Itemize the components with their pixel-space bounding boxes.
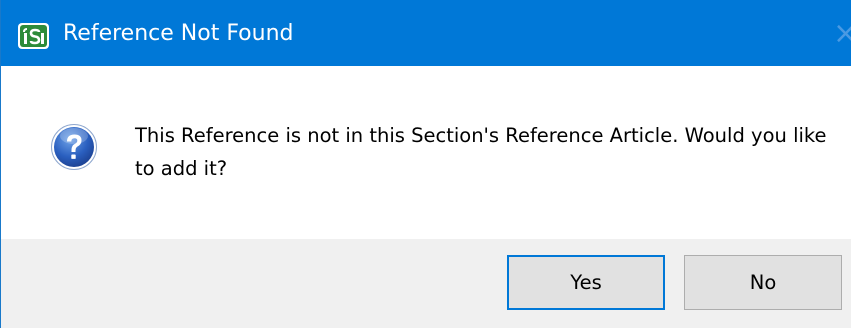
question-icon bbox=[51, 124, 97, 170]
title-bar[interactable]: Reference Not Found × bbox=[1, 0, 851, 66]
no-button[interactable]: No bbox=[684, 255, 842, 310]
dialog-content: This Reference is not in this Section's … bbox=[1, 66, 851, 239]
button-bar: Yes No bbox=[1, 239, 851, 328]
dialog-message: This Reference is not in this Section's … bbox=[135, 124, 827, 180]
dialog-window: Reference Not Found × This Reference is … bbox=[0, 0, 851, 328]
window-title: Reference Not Found bbox=[63, 21, 294, 46]
yes-button[interactable]: Yes bbox=[507, 255, 665, 310]
isi-logo-icon bbox=[18, 23, 49, 49]
close-icon[interactable]: × bbox=[833, 14, 851, 54]
